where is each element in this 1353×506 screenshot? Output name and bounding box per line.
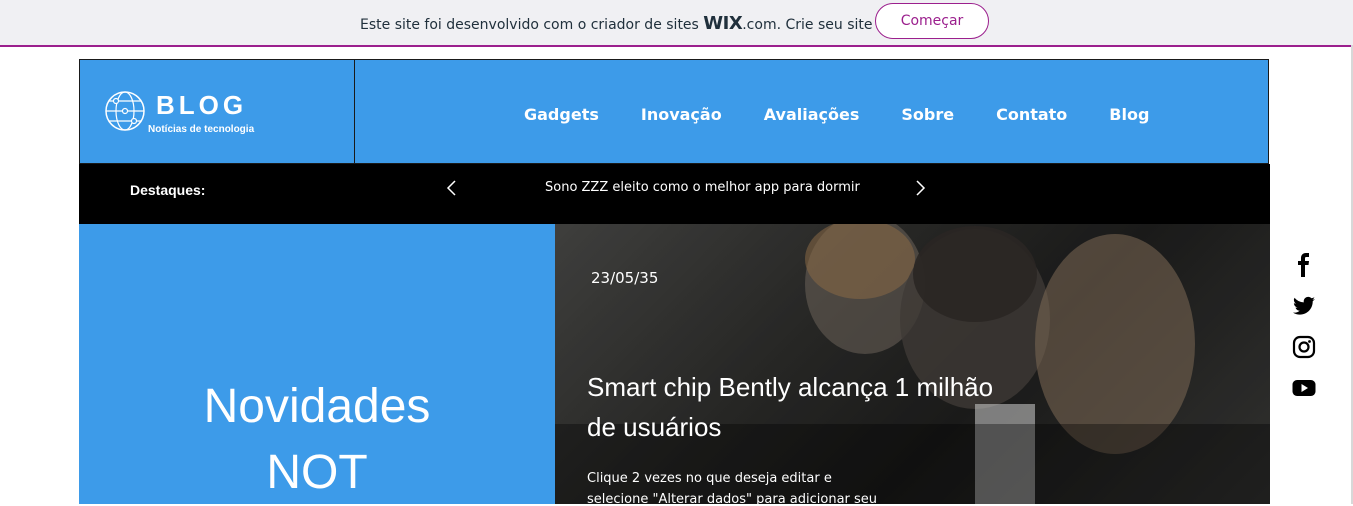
nav-blog[interactable]: Blog <box>1109 105 1149 124</box>
nav-gadgets[interactable]: Gadgets <box>524 105 599 124</box>
wix-banner: Este site foi desenvolvido com o criador… <box>0 0 1353 47</box>
post-date: 23/05/35 <box>591 269 659 287</box>
nav-sobre[interactable]: Sobre <box>901 105 954 124</box>
nav-inovacao[interactable]: Inovação <box>641 105 722 124</box>
logo[interactable]: BLOG Notícias de tecnologia <box>80 60 355 163</box>
news-panel: Novidades NOT <box>79 224 555 504</box>
site-header: BLOG Notícias de tecnologia Gadgets Inov… <box>79 59 1269 164</box>
start-button[interactable]: Começar <box>875 3 989 39</box>
highlight-text[interactable]: Sono ZZZ eleito como o melhor app para d… <box>545 180 860 195</box>
youtube-icon[interactable] <box>1292 376 1316 400</box>
panel-title: Novidades NOT <box>79 374 555 506</box>
panel-title-line1: Novidades <box>203 380 431 433</box>
social-bar <box>1292 253 1318 417</box>
nav-contato[interactable]: Contato <box>996 105 1067 124</box>
globe-icon <box>105 91 145 131</box>
twitter-icon[interactable] <box>1292 294 1316 318</box>
nav-avaliacoes[interactable]: Avaliações <box>764 105 860 124</box>
highlights-bar: Destaques: Sono ZZZ eleito como o melhor… <box>79 164 1270 224</box>
panel-title-line2: NOT <box>266 446 368 499</box>
logo-title: BLOG <box>156 90 248 120</box>
featured-post[interactable]: 23/05/35 Smart chip Bently alcança 1 mil… <box>555 224 1270 504</box>
highlights-label: Destaques: <box>130 182 206 198</box>
wix-text-before: Este site foi desenvolvido com o criador… <box>360 17 704 33</box>
wix-banner-text: Este site foi desenvolvido com o criador… <box>360 13 911 34</box>
post-title[interactable]: Smart chip Bently alcança 1 milhão de us… <box>587 367 1027 447</box>
main-nav: Gadgets Inovação Avaliações Sobre Contat… <box>524 105 1191 124</box>
logo-subtitle: Notícias de tecnologia <box>148 124 255 135</box>
featured-photo <box>555 224 1270 504</box>
chevron-left-icon[interactable] <box>443 179 461 197</box>
wix-logo[interactable]: WIX <box>703 13 742 34</box>
instagram-icon[interactable] <box>1292 335 1316 359</box>
chevron-right-icon[interactable] <box>911 179 929 197</box>
facebook-icon[interactable] <box>1292 253 1316 277</box>
post-excerpt: Clique 2 vezes no que deseja editar e se… <box>587 471 878 504</box>
